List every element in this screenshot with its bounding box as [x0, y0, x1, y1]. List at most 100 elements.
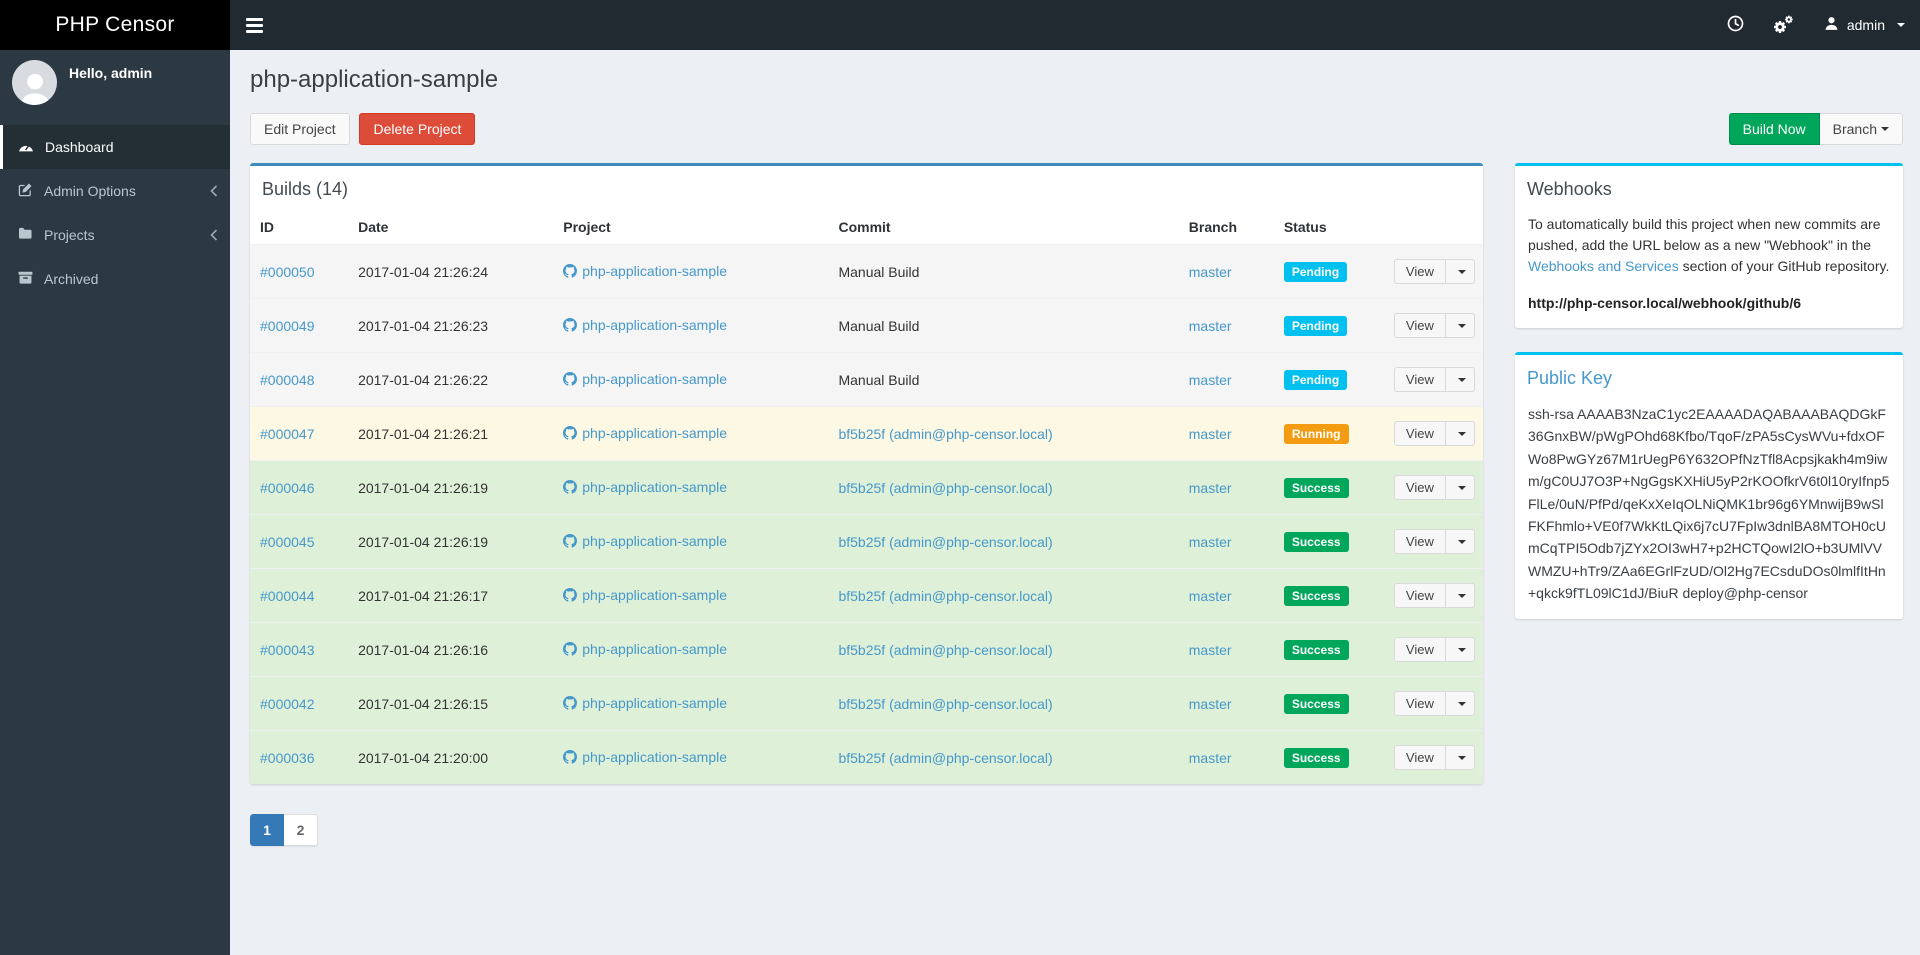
project-link[interactable]: php-application-sample — [563, 749, 727, 765]
build-id-link[interactable]: #000042 — [260, 696, 315, 712]
view-dropdown-button[interactable] — [1445, 691, 1475, 716]
project-link[interactable]: php-application-sample — [563, 641, 727, 657]
build-id-link[interactable]: #000048 — [260, 372, 315, 388]
view-dropdown-button[interactable] — [1445, 259, 1475, 284]
status-badge: Pending — [1283, 261, 1348, 282]
branch-link[interactable]: master — [1189, 696, 1232, 712]
build-id-link[interactable]: #000045 — [260, 534, 315, 550]
settings-button[interactable] — [1759, 0, 1809, 50]
sidebar-item-label: Archived — [44, 271, 99, 287]
project-link[interactable]: php-application-sample — [563, 587, 727, 603]
branch-link[interactable]: master — [1189, 264, 1232, 280]
webhooks-panel-body: To automatically build this project when… — [1515, 210, 1903, 328]
project-link[interactable]: php-application-sample — [563, 263, 727, 279]
sidebar-greeting: Hello, admin — [69, 65, 153, 81]
sidebar-item-dashboard[interactable]: Dashboard — [0, 125, 230, 169]
webhooks-help-text: To automatically build this project when… — [1528, 216, 1890, 274]
branch-link[interactable]: master — [1189, 426, 1232, 442]
branch-dropdown-button[interactable]: Branch — [1819, 113, 1903, 145]
project-link[interactable]: php-application-sample — [563, 479, 727, 495]
view-dropdown-button[interactable] — [1445, 745, 1475, 770]
branch-link[interactable]: master — [1189, 588, 1232, 604]
caret-down-icon — [1457, 647, 1466, 652]
view-dropdown-button[interactable] — [1445, 475, 1475, 500]
builds-panel-title: Builds (14) — [262, 179, 349, 199]
project-buttons: Edit Project Delete Project — [250, 113, 476, 145]
table-row: #000042 2017-01-04 21:26:15 php-applicat… — [250, 676, 1483, 731]
dashboard-icon — [18, 139, 34, 155]
branch-link[interactable]: master — [1189, 642, 1232, 658]
branch-link[interactable]: master — [1189, 318, 1232, 334]
view-button[interactable]: View — [1393, 529, 1446, 554]
view-button[interactable]: View — [1393, 745, 1446, 770]
view-dropdown-button[interactable] — [1445, 421, 1475, 446]
build-id-link[interactable]: #000043 — [260, 642, 315, 658]
build-id-link[interactable]: #000050 — [260, 264, 315, 280]
project-link[interactable]: php-application-sample — [563, 371, 727, 387]
brand-logo[interactable]: PHP Censor — [0, 0, 230, 50]
user-menu-button[interactable]: admin — [1809, 0, 1920, 50]
project-link[interactable]: php-application-sample — [563, 425, 727, 441]
build-buttons: Build Now Branch — [1728, 113, 1903, 145]
sidebar-item-admin-options[interactable]: Admin Options — [0, 169, 230, 213]
view-button[interactable]: View — [1393, 637, 1446, 662]
view-button[interactable]: View — [1393, 691, 1446, 716]
view-button[interactable]: View — [1393, 259, 1446, 284]
column-header-actions — [1386, 210, 1483, 245]
sidebar-toggle-button[interactable] — [230, 0, 278, 50]
commit-text[interactable]: bf5b25f (admin@php-censor.local) — [838, 534, 1052, 550]
user-panel: Hello, admin — [0, 50, 230, 115]
pagination: 12 — [250, 814, 318, 846]
caret-down-icon — [1457, 755, 1466, 760]
build-id-link[interactable]: #000036 — [260, 750, 315, 766]
view-button[interactable]: View — [1393, 475, 1446, 500]
webhooks-and-services-link[interactable]: Webhooks and Services — [1528, 258, 1679, 274]
build-id-link[interactable]: #000047 — [260, 426, 315, 442]
edit-project-button[interactable]: Edit Project — [250, 113, 350, 145]
build-id-link[interactable]: #000046 — [260, 480, 315, 496]
branch-link[interactable]: master — [1189, 480, 1232, 496]
pagination-page-1[interactable]: 1 — [250, 814, 284, 846]
project-link[interactable]: php-application-sample — [563, 317, 727, 333]
pagination-page-2[interactable]: 2 — [284, 814, 318, 846]
project-link[interactable]: php-application-sample — [563, 695, 727, 711]
commit-text: Manual Build — [838, 317, 920, 334]
delete-project-button[interactable]: Delete Project — [359, 113, 476, 145]
commit-text[interactable]: bf5b25f (admin@php-censor.local) — [838, 750, 1052, 766]
view-dropdown-button[interactable] — [1445, 367, 1475, 392]
commit-text[interactable]: bf5b25f (admin@php-censor.local) — [838, 642, 1052, 658]
build-id-link[interactable]: #000044 — [260, 588, 315, 604]
branch-link[interactable]: master — [1189, 534, 1232, 550]
commit-text[interactable]: bf5b25f (admin@php-censor.local) — [838, 480, 1052, 496]
commit-text[interactable]: bf5b25f (admin@php-censor.local) — [838, 588, 1052, 604]
build-id-link[interactable]: #000049 — [260, 318, 315, 334]
commit-text[interactable]: bf5b25f (admin@php-censor.local) — [838, 426, 1052, 442]
build-date: 2017-01-04 21:26:19 — [350, 460, 556, 515]
status-badge: Success — [1283, 693, 1349, 714]
build-date: 2017-01-04 21:26:23 — [350, 298, 556, 353]
view-button[interactable]: View — [1393, 421, 1446, 446]
avatar — [12, 60, 57, 105]
chevron-left-icon — [210, 229, 218, 241]
branch-link[interactable]: master — [1189, 750, 1232, 766]
caret-down-icon — [1457, 593, 1466, 598]
sidebar-item-archived[interactable]: Archived — [0, 257, 230, 301]
build-queue-button[interactable] — [1712, 0, 1759, 50]
view-button[interactable]: View — [1393, 583, 1446, 608]
top-navbar: admin — [230, 0, 1920, 50]
project-link[interactable]: php-application-sample — [563, 533, 727, 549]
cogs-icon — [1774, 16, 1794, 34]
branch-link[interactable]: master — [1189, 372, 1232, 388]
table-row: #000048 2017-01-04 21:26:22 php-applicat… — [250, 352, 1483, 407]
view-dropdown-button[interactable] — [1445, 313, 1475, 338]
view-dropdown-button[interactable] — [1445, 637, 1475, 662]
commit-text[interactable]: bf5b25f (admin@php-censor.local) — [838, 696, 1052, 712]
build-now-button[interactable]: Build Now — [1728, 113, 1820, 145]
sidebar-item-projects[interactable]: Projects — [0, 213, 230, 257]
view-dropdown-button[interactable] — [1445, 583, 1475, 608]
table-row: #000045 2017-01-04 21:26:19 php-applicat… — [250, 514, 1483, 569]
view-dropdown-button[interactable] — [1445, 529, 1475, 554]
view-button[interactable]: View — [1393, 313, 1446, 338]
view-button[interactable]: View — [1393, 367, 1446, 392]
build-date: 2017-01-04 21:26:19 — [350, 514, 556, 569]
